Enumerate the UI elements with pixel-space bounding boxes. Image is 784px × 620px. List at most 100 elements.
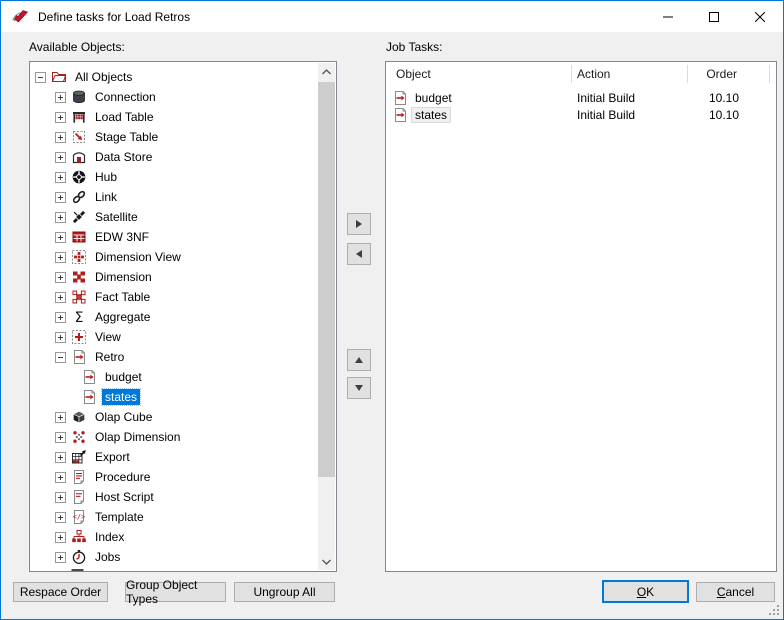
tree-item-budget[interactable]: budget: [31, 367, 318, 387]
tree-item-label: Jobs: [95, 550, 121, 564]
tree-item-aggregate[interactable]: Σ Aggregate: [31, 307, 318, 327]
dialog-window: Define tasks for Load Retros Available O…: [0, 0, 784, 620]
load-table-icon: [71, 109, 87, 125]
close-button[interactable]: [737, 1, 783, 32]
job-action-cell: Initial Build: [577, 108, 636, 122]
expand-plus-icon[interactable]: [55, 211, 66, 223]
up-triangle-icon: [355, 357, 363, 363]
tree-item-fact-table[interactable]: Fact Table: [31, 287, 318, 307]
tree-item-connection[interactable]: Connection: [31, 87, 318, 107]
stage-table-icon: [71, 129, 87, 145]
tree-item-data-store[interactable]: Data Store: [31, 147, 318, 167]
expand-plus-icon[interactable]: [55, 511, 66, 523]
expand-plus-icon[interactable]: [55, 131, 66, 143]
tree-item-label: Dimension: [95, 270, 152, 284]
scroll-up-button[interactable]: [318, 63, 335, 80]
expand-plus-icon[interactable]: [55, 111, 66, 123]
right-triangle-icon: [356, 220, 362, 228]
tree-item-olap-dimension[interactable]: Olap Dimension: [31, 427, 318, 447]
tree-item-link[interactable]: Link: [31, 187, 318, 207]
fact-table-icon: [71, 289, 87, 305]
tree-item-dimension[interactable]: Dimension: [31, 267, 318, 287]
expand-plus-icon[interactable]: [55, 491, 66, 503]
column-header-object[interactable]: Object: [396, 67, 431, 81]
tree-scrollbar[interactable]: [318, 63, 335, 570]
index-icon: [71, 529, 87, 545]
expand-plus-icon[interactable]: [55, 411, 66, 423]
minimize-button[interactable]: [645, 1, 691, 32]
respace-order-button[interactable]: Respace Order: [13, 582, 108, 602]
expand-plus-icon[interactable]: [55, 311, 66, 323]
expand-plus-icon[interactable]: [55, 271, 66, 283]
tree-item-dimension-view[interactable]: Dimension View: [31, 247, 318, 267]
tree-item-view[interactable]: View: [31, 327, 318, 347]
window-title: Define tasks for Load Retros: [38, 9, 191, 24]
tree-item-clipped[interactable]: [31, 567, 318, 571]
tree-item-retro[interactable]: Retro: [31, 347, 318, 367]
tree-item-procedure[interactable]: Procedure: [31, 467, 318, 487]
expand-plus-icon[interactable]: [55, 431, 66, 443]
tree-item-label: Index: [95, 530, 125, 544]
column-header-action[interactable]: Action: [577, 67, 610, 81]
expand-plus-icon[interactable]: [55, 231, 66, 243]
tree-item-index[interactable]: Index: [31, 527, 318, 547]
move-left-button[interactable]: [347, 243, 371, 265]
job-tasks-list: Object Action Order budget Initial Build 1…: [385, 61, 777, 572]
satellite-icon: [71, 209, 87, 225]
tree-item-template[interactable]: </> Template: [31, 507, 318, 527]
tree-item-stage-table[interactable]: Stage Table: [31, 127, 318, 147]
scroll-down-button[interactable]: [318, 553, 335, 570]
expand-plus-icon[interactable]: [55, 91, 66, 103]
tree-item-label: Olap Cube: [95, 410, 153, 424]
collapse-minus-icon[interactable]: [55, 351, 66, 363]
olap-dimension-icon: [71, 429, 87, 445]
job-list-header: Object Action Order: [386, 62, 776, 86]
ok-button[interactable]: OK: [602, 580, 689, 603]
resize-grip[interactable]: [768, 604, 780, 616]
tree-item-olap-cube[interactable]: Olap Cube: [31, 407, 318, 427]
scrollbar-thumb[interactable]: [318, 82, 335, 477]
ungroup-all-label: Ungroup All: [253, 585, 316, 599]
ungroup-all-button[interactable]: Ungroup All: [234, 582, 335, 602]
svg-text:Σ: Σ: [75, 310, 84, 325]
tree-item-edw-3nf[interactable]: EDW 3NF: [31, 227, 318, 247]
collapse-minus-icon[interactable]: [35, 71, 46, 83]
data-store-icon: [71, 149, 87, 165]
expand-plus-icon[interactable]: [55, 191, 66, 203]
available-objects-tree: All Objects Connection Load Table Stage Tab…: [29, 61, 337, 572]
tree-item-label: states: [100, 388, 142, 406]
aggregate-icon: Σ: [71, 309, 87, 325]
expand-plus-icon[interactable]: [55, 471, 66, 483]
edw-3nf-icon: [71, 229, 87, 245]
tree-item-all-objects[interactable]: All Objects: [31, 67, 318, 87]
move-up-button[interactable]: [347, 349, 371, 371]
expand-plus-icon[interactable]: [55, 531, 66, 543]
job-action-cell: Initial Build: [577, 91, 636, 105]
job-task-row-states[interactable]: states Initial Build 10.10: [386, 107, 776, 124]
expand-plus-icon[interactable]: [55, 551, 66, 563]
cancel-button[interactable]: Cancel: [696, 582, 775, 602]
tree-item-load-table[interactable]: Load Table: [31, 107, 318, 127]
tree-item-hub[interactable]: Hub: [31, 167, 318, 187]
app-logo-icon: [10, 7, 30, 27]
maximize-button[interactable]: [691, 1, 737, 32]
job-task-row-budget[interactable]: budget Initial Build 10.10: [386, 90, 776, 107]
tree-item-label: Export: [95, 450, 130, 464]
expand-plus-icon[interactable]: [55, 251, 66, 263]
tree-item-jobs[interactable]: Jobs: [31, 547, 318, 567]
tree-item-states[interactable]: states: [31, 387, 318, 407]
column-header-order[interactable]: Order: [706, 67, 737, 81]
move-down-button[interactable]: [347, 377, 371, 399]
expand-plus-icon[interactable]: [55, 331, 66, 343]
host-script-icon: [71, 489, 87, 505]
tree-item-satellite[interactable]: Satellite: [31, 207, 318, 227]
expand-plus-icon[interactable]: [55, 151, 66, 163]
expand-plus-icon[interactable]: [55, 291, 66, 303]
tree-item-export[interactable]: Export: [31, 447, 318, 467]
group-object-types-button[interactable]: Group Object Types: [125, 578, 226, 606]
expand-plus-icon[interactable]: [55, 171, 66, 183]
tree-item-label: Load Table: [95, 110, 154, 124]
expand-plus-icon[interactable]: [55, 451, 66, 463]
move-right-button[interactable]: [347, 213, 371, 235]
tree-item-host-script[interactable]: Host Script: [31, 487, 318, 507]
